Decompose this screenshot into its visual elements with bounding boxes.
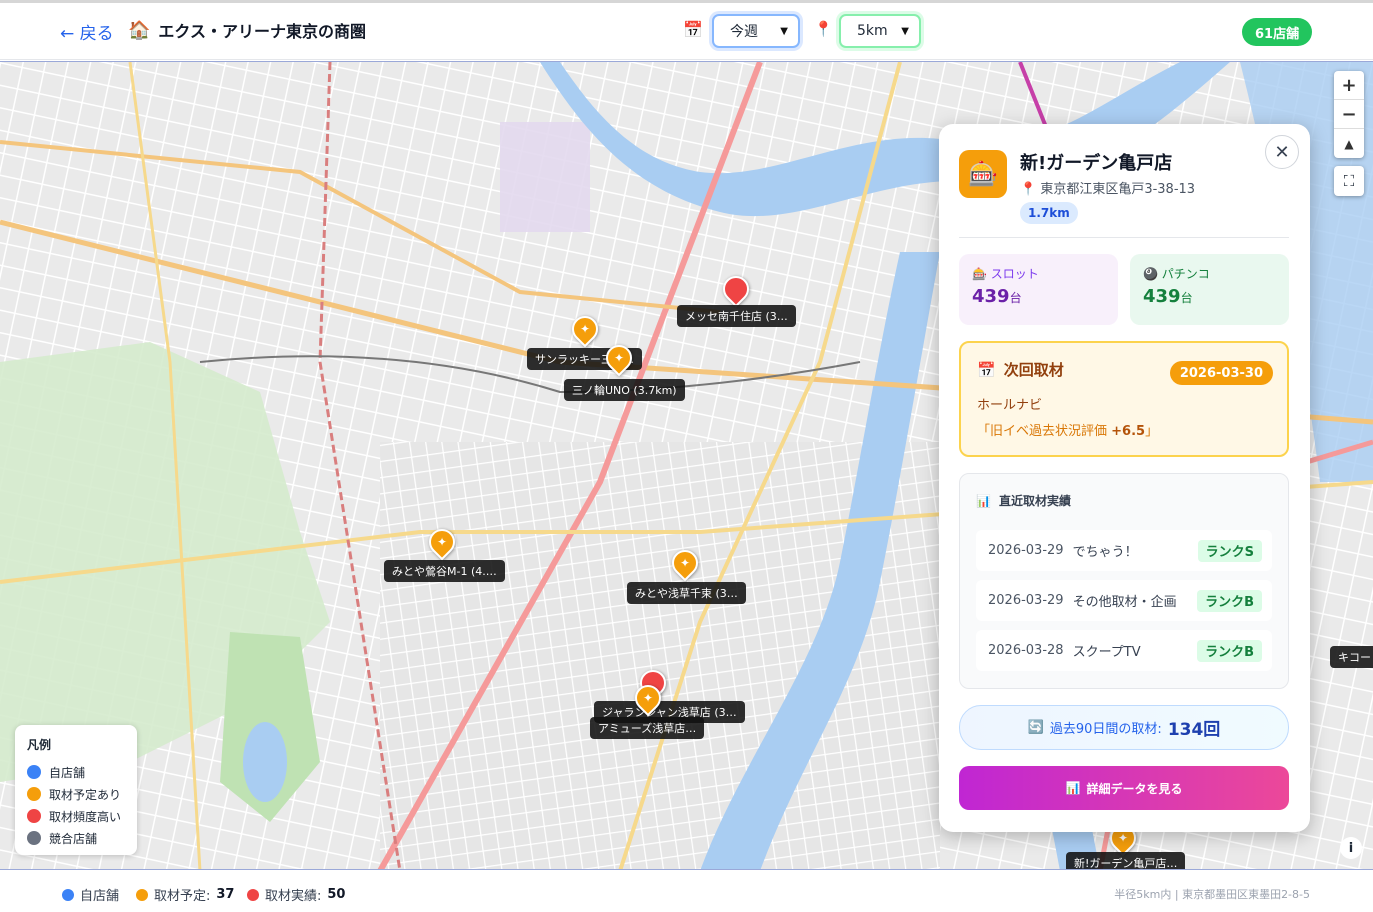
store-icon: 🎰 [959,150,1007,198]
close-icon[interactable]: ✕ [1265,135,1299,169]
home-store-dot-icon [62,888,74,901]
marker-label: みとや鶯谷M-1 (4.… [384,560,505,582]
coverage-row[interactable]: 2026-03-29 でちゃう！ ランクS [976,530,1272,571]
next-coverage-date: 2026-03-30 [1169,361,1273,385]
frequent-dot-icon [247,888,259,901]
pachinko-label: 🎱 パチンコ [1143,267,1210,281]
legend-item: 取材頻度高い [27,805,125,827]
scheduled-dot-icon [27,787,41,801]
bar-chart-icon: 📊 [1065,781,1081,795]
coverage-row[interactable]: 2026-03-28 スクープTV ランクB [976,630,1272,671]
location-pin-icon: 📍 [1020,182,1037,197]
slot-machine-card: 🎰 スロット 439台 [959,254,1118,325]
legend-item: 競合店舗 [27,827,125,849]
coverage-name: スクープTV [1072,645,1141,660]
legend-label: 競合店舗 [49,831,98,846]
rank-badge: ランクB [1197,639,1262,662]
chevron-down-icon: ▼ [901,25,909,37]
summary-value: 134回 [1167,720,1221,740]
radius-select-value: 5km [857,23,888,39]
summary-label: 過去90日間の取材: [1049,722,1162,737]
frequent-dot-icon [27,809,41,823]
slot-label: 🎰 スロット [972,267,1039,281]
bar-chart-icon: 📊 [976,493,991,508]
refresh-icon: 🔄 [1027,720,1044,735]
home-icon: 🏠 [128,19,151,41]
back-link[interactable]: ← 戻る [60,19,114,44]
marker-label: キコー [1330,646,1373,668]
store-name: 新!ガーデン亀戸店 [1020,153,1173,174]
store-address-text: 東京都江東区亀戸3-38-13 [1040,182,1196,197]
compass-icon[interactable]: ▲ [1334,129,1364,158]
rank-badge: ランクS [1197,539,1262,562]
calendar-icon: 📅 [977,360,996,379]
coverage-name: その他取材・企画 [1072,595,1177,610]
store-count-badge: 61店舗 [1242,18,1313,46]
footer-records: 取材実績: 50 [247,885,345,904]
period-select[interactable]: 今週 ▼ [712,14,800,48]
distance-badge: 1.7km [1020,202,1078,224]
app-header: ← 戻る 🏠 エクス・アリーナ東京の商圏 📅 今週 ▼ 📍 5km ▼ 61店舗 [0,0,1373,60]
map-legend: 凡例 自店舗 取材予定あり 取材頻度高い 競合店舗 [15,725,137,855]
next-coverage-card: 📅 次回取材 2026-03-30 ホールナビ 「旧イベ過去状況評価 +6.5」 [959,341,1289,457]
rank-badge: ランクB [1197,589,1262,612]
next-coverage-media: ホールナビ [977,398,1043,413]
recent-coverage-card: 📊 直近取材実績 2026-03-29 でちゃう！ ランクS 2026-03-2… [959,473,1289,689]
marker-label: アミューズ浅草店… [590,717,705,739]
page-title-group: 🏠 エクス・アリーナ東京の商圏 [128,18,366,42]
period-select-value: 今週 [730,24,758,40]
competitor-dot-icon [27,831,41,845]
scheduled-dot-icon [136,888,148,901]
zoom-in-button[interactable]: + [1334,71,1364,100]
footer-own-store: 自店舗 [62,885,119,904]
radius-select[interactable]: 5km ▼ [839,14,921,48]
calendar-icon: 📅 [683,20,703,39]
coverage-summary: 🔄 過去90日間の取材: 134回 [959,705,1289,750]
info-icon[interactable]: i [1340,837,1362,859]
marker-label: 三ノ輪UNO (3.7km) [564,379,685,401]
legend-title: 凡例 [27,738,52,752]
legend-item: 自店舗 [27,761,125,783]
coverage-date: 2026-03-29 [988,593,1064,608]
zoom-out-button[interactable]: − [1334,100,1364,129]
legend-label: 自店舗 [49,765,86,780]
legend-label: 取材予定あり [49,787,122,802]
legend-label: 取材頻度高い [49,809,122,824]
view-details-button[interactable]: 📊 詳細データを見る [959,766,1289,810]
coverage-date: 2026-03-29 [988,543,1064,558]
coverage-date: 2026-03-28 [988,643,1064,658]
status-footer: 自店舗 取材予定: 37 取材実績: 50 半径5km内 | 東京都墨田区東墨田2-… [0,871,1373,912]
zoom-control: + − ▲ [1334,71,1364,158]
store-detail-panel: ✕ 🎰 新!ガーデン亀戸店 📍 東京都江東区亀戸3-38-13 1.7km 🎰 … [939,124,1310,832]
pachinko-count: 439台 [1143,286,1193,307]
pachinko-card: 🎱 パチンコ 439台 [1130,254,1289,325]
marker-label: みとや浅草千束 (3… [627,582,746,604]
map-view[interactable]: ✦ サンラッキー三ノ… ✦ 三ノ輪UNO (3.7km) メッセ南千住店 (3…… [0,61,1373,870]
home-store-dot-icon [27,765,41,779]
legend-item: 取材予定あり [27,783,125,805]
recent-coverage-title: 📊 直近取材実績 [976,493,1071,509]
marker-label: 新!ガーデン亀戸店… [1066,852,1186,869]
next-coverage-event: 「旧イベ過去状況評価 +6.5」 [977,424,1159,439]
store-address: 📍 東京都江東区亀戸3-38-13 [1020,178,1195,197]
divider [959,237,1289,238]
footer-scheduled: 取材予定: 37 [136,885,234,904]
footer-note: 半径5km内 | 東京都墨田区東墨田2-8-5 [1114,888,1310,901]
coverage-name: でちゃう！ [1072,545,1138,560]
location-pin-icon: 📍 [814,20,833,38]
marker-label: メッセ南千住店 (3… [677,305,796,327]
coverage-row[interactable]: 2026-03-29 その他取材・企画 ランクB [976,580,1272,621]
page-title: エクス・アリーナ東京の商圏 [158,22,366,41]
chevron-down-icon: ▼ [780,25,788,37]
slot-count: 439台 [972,286,1022,307]
fullscreen-icon[interactable]: ⛶ [1334,166,1364,196]
